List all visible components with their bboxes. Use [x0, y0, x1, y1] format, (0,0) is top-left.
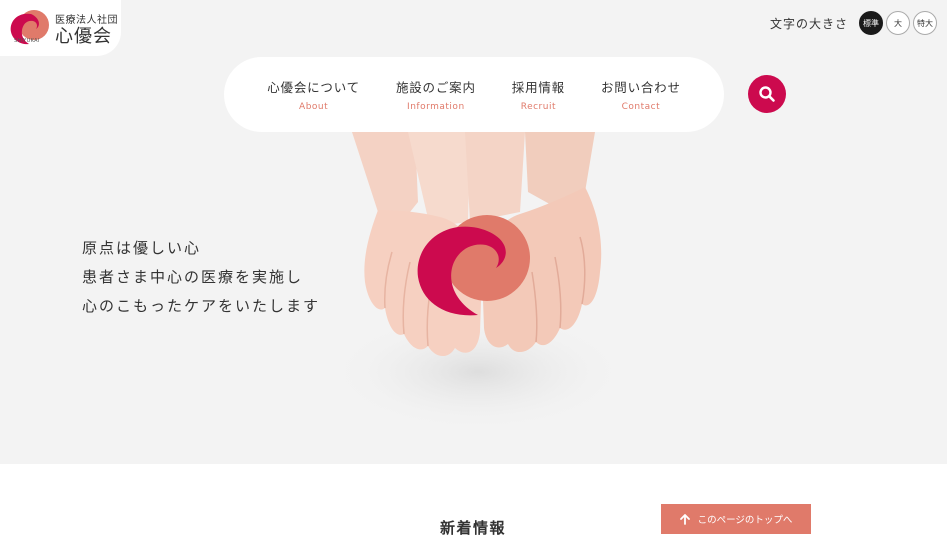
hero-tagline-line: 患者さま中心の医療を実施し	[82, 268, 304, 286]
nav-item-sublabel: Recruit	[520, 102, 556, 112]
font-size-switcher: 文字の大きさ 標準 大 特大	[770, 11, 937, 35]
nav-item-sublabel: Information	[407, 102, 465, 112]
hero-section: 原点は優しい心 患者さま中心の医療を実施し 心のこもったケアをいたします	[0, 132, 947, 464]
logo-name: 心優会	[55, 26, 112, 47]
nav-item-label: お問い合わせ	[600, 80, 681, 95]
main-nav: 心優会について About 施設のご案内 Information 採用情報 Re…	[224, 57, 724, 132]
nav-item-sublabel: About	[299, 102, 329, 112]
nav-item-label: 心優会について	[267, 80, 360, 95]
nav-item-contact[interactable]: お問い合わせ Contact	[601, 77, 681, 112]
site-logo[interactable]: SHIYUKAI 医療法人社団 心優会	[0, 0, 121, 56]
hero-tagline: 原点は優しい心 患者さま中心の医療を実施し 心のこもったケアをいたします	[82, 234, 320, 321]
hero-tagline-line: 原点は優しい心	[82, 239, 202, 257]
font-size-standard-button[interactable]: 標準	[859, 11, 883, 35]
news-heading: 新着情報	[440, 519, 507, 537]
search-icon	[759, 86, 775, 102]
logo-romaji: SHIYUKAI	[14, 38, 40, 44]
nav-item-label: 採用情報	[511, 80, 565, 95]
nav-item-recruit[interactable]: 採用情報 Recruit	[512, 77, 565, 112]
font-size-large-button[interactable]: 大	[886, 11, 910, 35]
nav-item-sublabel: Contact	[621, 102, 661, 112]
nav-item-label: 施設のご案内	[395, 80, 476, 95]
search-button[interactable]	[748, 75, 786, 113]
arrow-up-icon	[679, 513, 690, 525]
hero-tagline-line: 心のこもったケアをいたします	[82, 297, 321, 315]
font-size-xlarge-button[interactable]: 特大	[913, 11, 937, 35]
back-to-top-button[interactable]: このページのトップへ	[661, 504, 811, 534]
back-to-top-label: このページのトップへ	[697, 515, 793, 526]
font-size-label: 文字の大きさ	[769, 16, 848, 31]
nav-item-information[interactable]: 施設のご案内 Information	[396, 77, 476, 112]
nav-item-about[interactable]: 心優会について About	[267, 77, 360, 112]
